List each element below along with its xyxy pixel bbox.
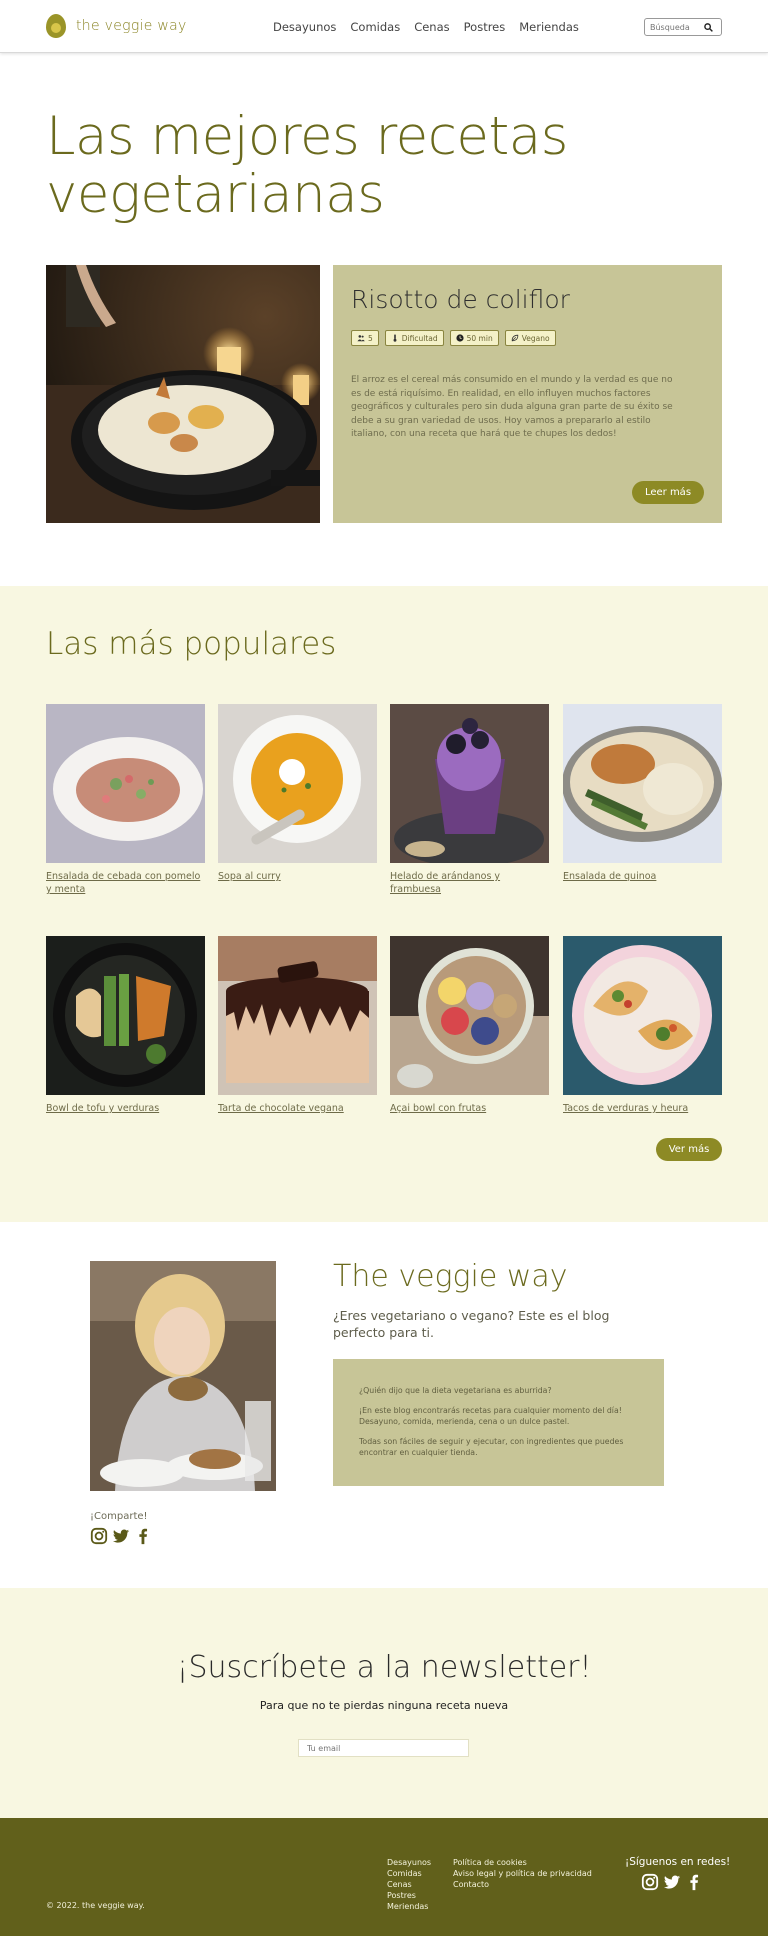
- top-navbar: the veggie way Desayunos Comidas Cenas P…: [0, 0, 768, 53]
- footer: © 2022. the veggie way. Desayunos Comida…: [0, 1818, 768, 1936]
- feature-recipe-description: El arroz es el cereal más consumido en e…: [351, 375, 673, 439]
- badge-diet: Vegano: [504, 330, 556, 346]
- recipe-image-berry-icecream[interactable]: [390, 704, 549, 863]
- newsletter-section: ¡Suscríbete a la newsletter! Para que no…: [0, 1588, 768, 1818]
- footer-link-desayunos[interactable]: Desayunos: [387, 1857, 431, 1868]
- recipe-image-acai-bowl[interactable]: [390, 936, 549, 1095]
- about-paragraph: ¿Quién dijo que la dieta vegetariana es …: [359, 1386, 552, 1395]
- recipe-badges: 5 Dificultad 50 min Vegano: [351, 330, 556, 346]
- main-menu: Desayunos Comidas Cenas Postres Merienda…: [273, 0, 579, 53]
- recipe-image-curry-soup[interactable]: [218, 704, 377, 863]
- copyright-text: © 2022. the veggie way.: [46, 1901, 145, 1910]
- follow-label: ¡Síguenos en redes!: [625, 1856, 731, 1868]
- recipe-title-link[interactable]: Ensalada de cebada con pomelo y menta: [46, 870, 205, 896]
- vegan-icon: [511, 334, 518, 342]
- recipe-title-link[interactable]: Açai bowl con frutas: [390, 1102, 549, 1115]
- footer-links-categories: Desayunos Comidas Cenas Postres Merienda…: [387, 1857, 431, 1912]
- popular-title: Las más populares: [46, 626, 337, 662]
- footer-link-contact[interactable]: Contacto: [453, 1879, 592, 1890]
- about-paragraph: ¡En este blog encontrarás recetas para c…: [359, 1406, 622, 1426]
- recipe-title-link[interactable]: Tarta de chocolate vegana: [218, 1102, 377, 1115]
- recipe-card[interactable]: Tacos de verduras y heura: [563, 936, 722, 1115]
- search-box: [644, 18, 722, 36]
- badge-time-label: 50 min: [466, 333, 493, 343]
- search-input[interactable]: [650, 22, 704, 32]
- search-icon[interactable]: [704, 22, 713, 32]
- hero-title: Las mejores recetas vegetarianas: [46, 108, 568, 224]
- instagram-icon[interactable]: [641, 1873, 659, 1891]
- thermometer-icon: [393, 334, 397, 342]
- footer-social-icons: [641, 1873, 703, 1891]
- footer-link-cookies[interactable]: Política de cookies: [453, 1857, 592, 1868]
- recipe-card[interactable]: Helado de arándanos y frambuesa: [390, 704, 549, 896]
- nav-item-postres[interactable]: Postres: [464, 20, 506, 34]
- recipe-title-link[interactable]: Sopa al curry: [218, 870, 377, 883]
- badge-time: 50 min: [449, 330, 499, 346]
- nav-item-meriendas[interactable]: Meriendas: [519, 20, 579, 34]
- recipe-image-barley-salad[interactable]: [46, 704, 205, 863]
- facebook-icon[interactable]: [134, 1527, 152, 1545]
- footer-links-legal: Política de cookies Aviso legal y políti…: [453, 1857, 592, 1890]
- recipe-image-quinoa-salad[interactable]: [563, 704, 722, 863]
- feature-recipe-card: Risotto de coliflor 5 Dificultad 50 min …: [333, 265, 722, 523]
- read-more-button[interactable]: Leer más: [632, 481, 704, 504]
- recipe-image-veggie-tacos[interactable]: [563, 936, 722, 1095]
- hero-title-line2: vegetarianas: [46, 164, 385, 225]
- badge-difficulty-label: Dificultad: [401, 333, 438, 343]
- clock-icon: [456, 334, 464, 342]
- recipe-card[interactable]: Bowl de tofu y verduras: [46, 936, 205, 1115]
- footer-link-comidas[interactable]: Comidas: [387, 1868, 431, 1879]
- instagram-icon[interactable]: [90, 1527, 108, 1545]
- badge-diet-label: Vegano: [521, 333, 550, 343]
- recipe-title-link[interactable]: Tacos de verduras y heura: [563, 1102, 722, 1115]
- about-subtitle: ¿Eres vegetariano o vegano? Este es el b…: [333, 1308, 610, 1340]
- footer-link-meriendas[interactable]: Meriendas: [387, 1901, 431, 1912]
- badge-servings-label: 5: [368, 333, 373, 343]
- recipe-card[interactable]: Tarta de chocolate vegana: [218, 936, 377, 1115]
- recipe-image-tofu-bowl[interactable]: [46, 936, 205, 1095]
- feature-recipe-image[interactable]: [46, 265, 320, 523]
- recipe-title-link[interactable]: Bowl de tofu y verduras: [46, 1102, 205, 1115]
- nav-item-comidas[interactable]: Comidas: [350, 20, 400, 34]
- share-icons: [90, 1527, 152, 1545]
- nav-item-desayunos[interactable]: Desayunos: [273, 20, 336, 34]
- badge-difficulty: Dificultad: [384, 330, 444, 346]
- newsletter-email-input[interactable]: [298, 1739, 469, 1757]
- recipe-image-chocolate-cake[interactable]: [218, 936, 377, 1095]
- about-image: [90, 1261, 276, 1491]
- people-icon: [357, 335, 365, 342]
- nav-item-cenas[interactable]: Cenas: [414, 20, 449, 34]
- brand-name: the veggie way: [76, 18, 187, 34]
- feature-recipe-title[interactable]: Risotto de coliflor: [351, 285, 570, 314]
- recipe-card[interactable]: Açai bowl con frutas: [390, 936, 549, 1115]
- footer-link-postres[interactable]: Postres: [387, 1890, 431, 1901]
- see-more-button[interactable]: Ver más: [656, 1138, 722, 1161]
- about-text-box: ¿Quién dijo que la dieta vegetariana es …: [333, 1359, 664, 1486]
- hero-title-line1: Las mejores recetas: [46, 106, 568, 167]
- footer-link-cenas[interactable]: Cenas: [387, 1879, 431, 1890]
- facebook-icon[interactable]: [685, 1873, 703, 1891]
- recipe-title-link[interactable]: Ensalada de quinoa: [563, 870, 722, 883]
- share-label: ¡Comparte!: [90, 1511, 148, 1522]
- footer-link-legal-privacy[interactable]: Aviso legal y política de privacidad: [453, 1868, 592, 1879]
- recipe-card[interactable]: Ensalada de quinoa: [563, 704, 722, 883]
- recipe-card[interactable]: Ensalada de cebada con pomelo y menta: [46, 704, 205, 896]
- twitter-icon[interactable]: [112, 1527, 130, 1545]
- badge-servings: 5: [351, 330, 379, 346]
- newsletter-title: ¡Suscríbete a la newsletter!: [176, 1650, 592, 1685]
- brand-logo[interactable]: the veggie way: [46, 14, 187, 38]
- about-title: The veggie way: [333, 1259, 568, 1294]
- about-paragraph: Todas son fáciles de seguir y ejecutar, …: [359, 1437, 624, 1457]
- recipe-title-link[interactable]: Helado de arándanos y frambuesa: [390, 870, 549, 896]
- popular-section: Las más populares Ensalada de cebada con…: [0, 586, 768, 1222]
- avocado-logo-icon: [46, 14, 66, 38]
- twitter-icon[interactable]: [663, 1873, 681, 1891]
- recipe-card[interactable]: Sopa al curry: [218, 704, 377, 883]
- newsletter-subtitle: Para que no te pierdas ninguna receta nu…: [259, 1699, 509, 1712]
